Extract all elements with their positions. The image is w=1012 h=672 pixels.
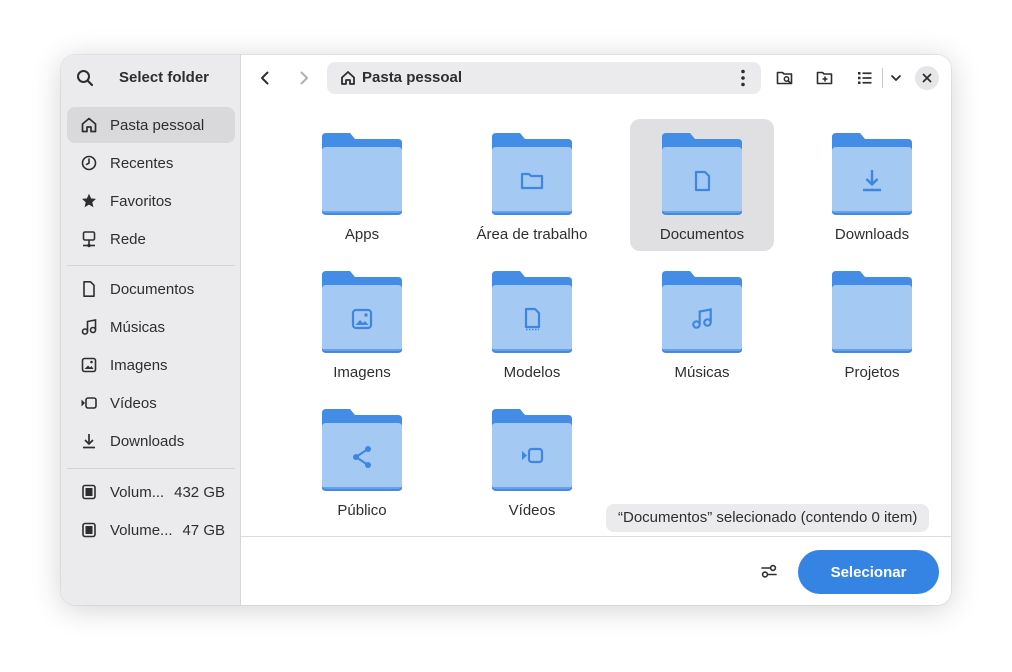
volume-size: 432 GB	[174, 483, 225, 501]
sidebar-item-músicas[interactable]: Músicas	[67, 309, 235, 345]
drive-icon	[82, 522, 96, 538]
folder-item[interactable]: Apps	[290, 119, 434, 251]
search-icon[interactable]	[75, 68, 95, 88]
sidebar-item-label: Imagens	[110, 356, 168, 374]
file-chooser-dialog: Select folder Pasta pessoal Recentes Favor…	[61, 55, 951, 605]
folder-name: Apps	[344, 226, 380, 243]
sidebar-item-pasta-pessoal[interactable]: Pasta pessoal	[67, 107, 235, 143]
sidebar-item-documentos[interactable]: Documentos	[67, 271, 235, 307]
folder-icon	[662, 271, 742, 353]
sidebar-item-label: Pasta pessoal	[110, 116, 205, 134]
close-icon[interactable]	[915, 66, 939, 90]
folder-item[interactable]: Músicas	[630, 257, 774, 389]
sidebar-item-volum[interactable]: Volum... 432 GB	[67, 474, 235, 510]
sidebar-item-volume[interactable]: Volume... 47 GB	[67, 512, 235, 548]
toolbar-divider	[882, 68, 883, 88]
volume-size: 47 GB	[182, 521, 225, 539]
sidebar-item-label: Volum...	[110, 483, 165, 501]
folder-item[interactable]: Downloads	[800, 119, 944, 251]
folder-icon	[492, 409, 572, 491]
dialog-title: Select folder	[118, 69, 210, 86]
path-label[interactable]: Pasta pessoal	[362, 62, 462, 94]
folder-icon	[322, 271, 402, 353]
select-button[interactable]: Selecionar	[798, 550, 939, 594]
folder-name: Documentos	[659, 226, 745, 243]
folder-name: Downloads	[834, 226, 910, 243]
folder-item[interactable]: Área de trabalho	[460, 119, 604, 251]
forward-arrow-icon[interactable]	[289, 63, 319, 93]
folder-name: Público	[337, 502, 387, 519]
sidebar-item-label: Vídeos	[110, 394, 157, 412]
star-icon	[82, 193, 96, 208]
folder-item[interactable]: Documentos	[630, 119, 774, 251]
download-icon	[83, 434, 95, 449]
home-icon	[340, 70, 356, 86]
sidebar-item-rede[interactable]: Rede	[67, 221, 235, 257]
main-pane: Pasta pessoal Apps Área de trabalho Docume…	[241, 55, 951, 605]
sidebar-item-imagens[interactable]: Imagens	[67, 347, 235, 383]
drive-icon	[82, 484, 96, 500]
music-icon	[81, 319, 97, 335]
home-icon	[81, 117, 97, 133]
folder-name: Vídeos	[508, 502, 556, 519]
folder-icon	[832, 271, 912, 353]
back-arrow-icon[interactable]	[250, 63, 280, 93]
folder-search-icon[interactable]	[770, 63, 800, 93]
sidebar-item-label: Volume...	[110, 521, 173, 539]
sidebar-item-label: Recentes	[110, 154, 174, 172]
sidebar-item-label: Downloads	[110, 432, 185, 450]
sidebar-item-label: Documentos	[110, 280, 195, 298]
folder-icon	[492, 271, 572, 353]
folder-name: Músicas	[674, 364, 730, 381]
selection-status: “Documentos” selecionado (contendo 0 ite…	[606, 504, 930, 532]
sidebar-item-downloads[interactable]: Downloads	[67, 423, 235, 459]
sidebar-item-label: Rede	[110, 230, 146, 248]
sidebar-item-recentes[interactable]: Recentes	[67, 145, 235, 181]
clock-icon	[81, 155, 97, 171]
sidebar-item-favoritos[interactable]: Favoritos	[67, 183, 235, 219]
folder-item[interactable]: Projetos	[800, 257, 944, 389]
folder-icon	[322, 409, 402, 491]
sidebar-separator	[67, 468, 235, 469]
folder-icon	[832, 133, 912, 215]
sidebar-header: Select folder	[61, 55, 240, 101]
folder-icon	[662, 133, 742, 215]
sidebar-separator	[67, 265, 235, 266]
folder-icon	[322, 133, 402, 215]
image-icon	[81, 357, 97, 373]
video-icon	[81, 397, 97, 409]
sidebar-item-vídeos[interactable]: Vídeos	[67, 385, 235, 421]
folder-item[interactable]: Imagens	[290, 257, 434, 389]
folder-name: Modelos	[503, 364, 561, 381]
folder-item[interactable]: Público	[290, 395, 434, 527]
sidebar-item-label: Músicas	[110, 318, 166, 336]
folder-item[interactable]: Vídeos	[460, 395, 604, 527]
folder-name: Área de trabalho	[476, 226, 588, 243]
folder-item[interactable]: Modelos	[460, 257, 604, 389]
folder-grid: Apps Área de trabalho Documentos Downloads I…	[241, 101, 951, 535]
document-icon	[83, 281, 95, 297]
sidebar: Select folder Pasta pessoal Recentes Favor…	[61, 55, 241, 605]
folder-name: Imagens	[333, 364, 391, 381]
list-view-icon[interactable]	[850, 63, 880, 93]
path-bar[interactable]: Pasta pessoal	[327, 62, 761, 94]
footer-bar: Selecionar	[241, 536, 951, 605]
sidebar-item-label: Favoritos	[110, 192, 172, 210]
filter-options-icon[interactable]	[756, 558, 782, 584]
chevron-down-icon[interactable]	[884, 63, 908, 93]
more-options-icon[interactable]	[731, 66, 755, 90]
network-icon	[82, 231, 96, 248]
folder-icon	[492, 133, 572, 215]
new-folder-icon[interactable]	[810, 63, 840, 93]
folder-name: Projetos	[844, 364, 900, 381]
